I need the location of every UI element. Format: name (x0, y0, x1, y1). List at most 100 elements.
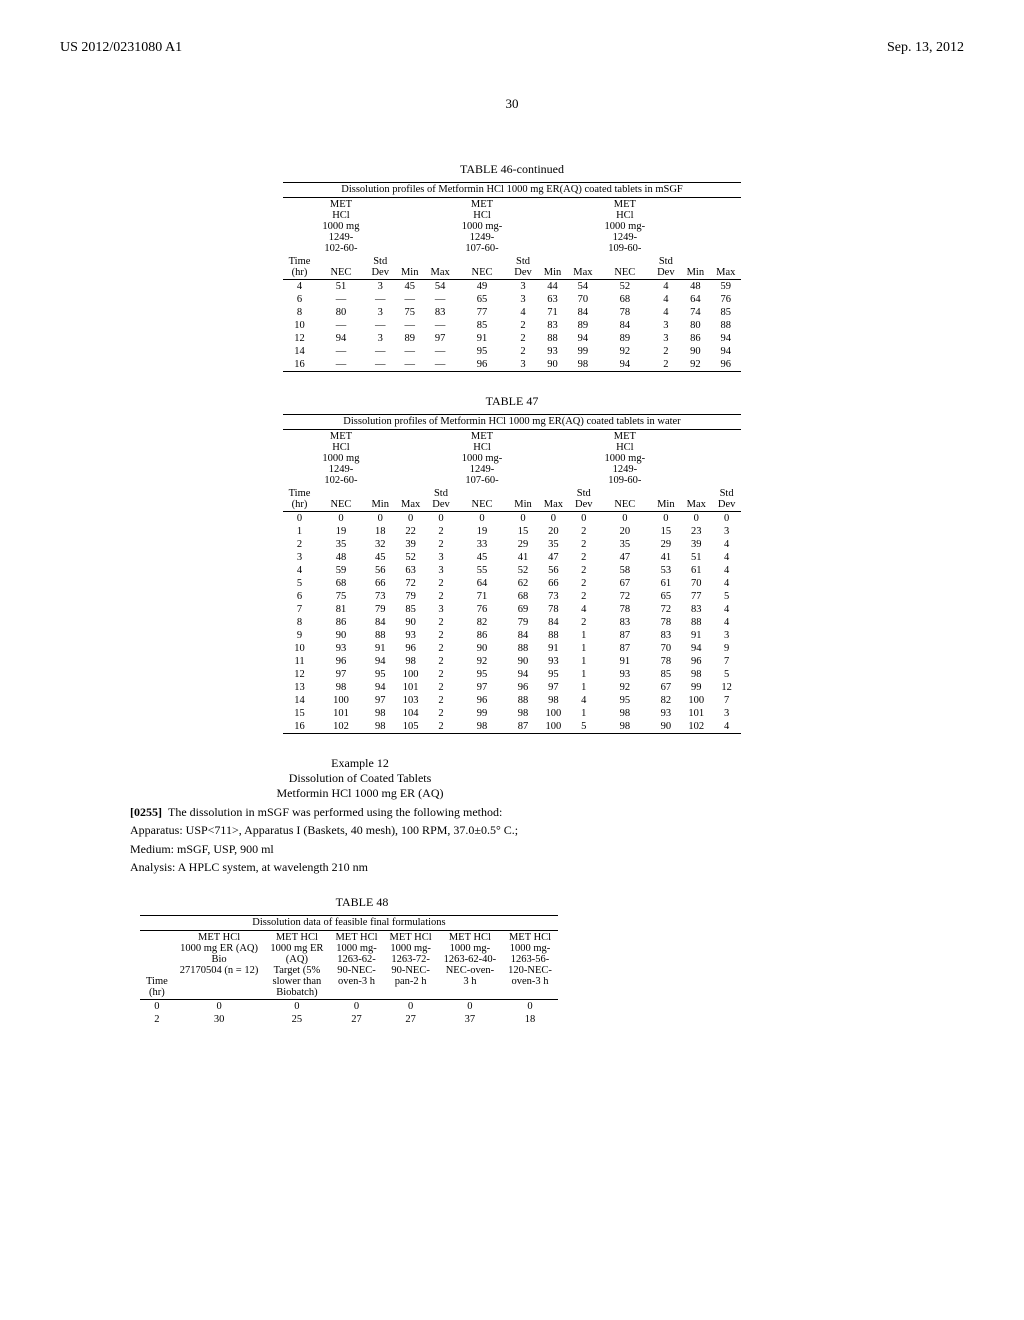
table-cell: 3 (365, 332, 395, 345)
th-nec: NEC (456, 255, 509, 280)
table-cell: 69 (508, 603, 538, 616)
table-cell: 4 (712, 577, 742, 590)
table-row: 2302527273718 (140, 1013, 558, 1026)
table-cell: 65 (651, 590, 681, 603)
table48-title: TABLE 48 (0, 895, 964, 910)
table-cell: 2 (140, 1013, 174, 1026)
table-cell: 5 (712, 590, 742, 603)
table-cell: 44 (538, 280, 568, 294)
table-cell: 64 (681, 293, 711, 306)
table-cell: 4 (712, 603, 742, 616)
table-cell: 88 (538, 629, 569, 642)
table-cell: 1 (569, 642, 599, 655)
table-cell: 1 (569, 655, 599, 668)
table-cell: 87 (599, 642, 652, 655)
table46-title: TABLE 46-continued (60, 162, 964, 177)
table-cell: 99 (567, 345, 598, 358)
table-cell: 4 (651, 280, 681, 294)
table-cell: 77 (456, 306, 509, 319)
table-cell: 68 (599, 293, 652, 306)
table-cell: 84 (538, 616, 569, 629)
table-cell: 82 (456, 616, 509, 629)
table-cell: 92 (681, 358, 711, 372)
table-cell: 78 (651, 655, 681, 668)
table-cell: 3 (651, 332, 681, 345)
table-cell: 7 (712, 694, 742, 707)
page-header: US 2012/0231080 A1 Sep. 13, 2012 (60, 40, 964, 56)
table-cell: 58 (599, 564, 652, 577)
table-cell: 54 (424, 280, 455, 294)
table-cell: 3 (712, 525, 742, 538)
para-number: [0255] (130, 805, 162, 819)
table-cell: 12 (283, 332, 317, 345)
table-cell: 98 (599, 707, 652, 720)
table-cell: 89 (567, 319, 598, 332)
table-cell: 72 (599, 590, 652, 603)
table-cell: 0 (599, 512, 652, 526)
table-cell: 4 (283, 564, 317, 577)
table-cell: 0 (316, 512, 365, 526)
table-cell: 96 (681, 655, 712, 668)
table-cell: 91 (538, 642, 569, 655)
table-cell: 48 (316, 551, 365, 564)
table-cell: 80 (316, 306, 365, 319)
table46: Dissolution profiles of Metformin HCl 10… (283, 182, 742, 374)
table-cell: 52 (508, 564, 538, 577)
table-cell: 14 (283, 345, 317, 358)
table-cell: 93 (316, 642, 365, 655)
table-cell: 98 (365, 720, 395, 734)
table-row: 14100971032968898495821007 (283, 694, 742, 707)
table-cell: 101 (316, 707, 365, 720)
table-cell: 3 (508, 280, 538, 294)
table-cell: 2 (651, 345, 681, 358)
table-cell: 79 (365, 603, 395, 616)
th-min: Min (395, 255, 425, 280)
table-cell: 10 (283, 319, 317, 332)
table-cell: 85 (456, 319, 509, 332)
table-cell: 98 (365, 707, 395, 720)
table-cell: 83 (681, 603, 712, 616)
table-cell: 59 (316, 564, 365, 577)
table-cell: 47 (599, 551, 652, 564)
table-cell: 66 (538, 577, 569, 590)
table-cell: 81 (316, 603, 365, 616)
table-row: 10————85283898438088 (283, 319, 742, 332)
table-cell: 0 (264, 999, 329, 1013)
table-cell: 16 (283, 720, 317, 734)
table-cell: 2 (569, 564, 599, 577)
th-time: Time(hr) (283, 255, 317, 280)
table-cell: 96 (456, 694, 509, 707)
table-cell: 9 (283, 629, 317, 642)
example-line3: Analysis: A HPLC system, at wavelength 2… (130, 860, 590, 874)
example-para: [0255] The dissolution in mSGF was perfo… (130, 805, 590, 819)
example-title: Example 12 (130, 756, 590, 771)
table-cell: — (395, 345, 425, 358)
table47-colgroup2: METHCl1000 mg-1249-107-60- (456, 430, 509, 488)
table-cell: 0 (569, 512, 599, 526)
table-cell: 2 (569, 525, 599, 538)
table-cell: 98 (538, 694, 569, 707)
table-cell: 54 (567, 280, 598, 294)
table-row: 4513455449344545244859 (283, 280, 742, 294)
th-nec: NEC (456, 487, 509, 512)
table-cell: 104 (395, 707, 426, 720)
table-row: 161029810529887100598901024 (283, 720, 742, 734)
th-std: StdDev (365, 255, 395, 280)
table-cell: 78 (538, 603, 569, 616)
table-cell: 2 (426, 694, 456, 707)
table-cell: 90 (681, 345, 711, 358)
table-cell: 96 (395, 642, 426, 655)
table-cell: 75 (395, 306, 425, 319)
table-cell: 92 (599, 345, 652, 358)
table47-caption: Dissolution profiles of Metformin HCl 10… (283, 415, 742, 430)
th-c3: MET HCl1000 mg-1263-62-90-NEC-oven-3 h (329, 930, 383, 999)
th-min: Min (508, 487, 538, 512)
table-cell: 70 (681, 577, 712, 590)
table-cell: 20 (538, 525, 569, 538)
table-cell: 0 (426, 512, 456, 526)
table-cell: 98 (395, 655, 426, 668)
table-cell: 51 (681, 551, 712, 564)
table-cell: 82 (651, 694, 681, 707)
table-cell: 88 (508, 694, 538, 707)
th-max: Max (567, 255, 598, 280)
